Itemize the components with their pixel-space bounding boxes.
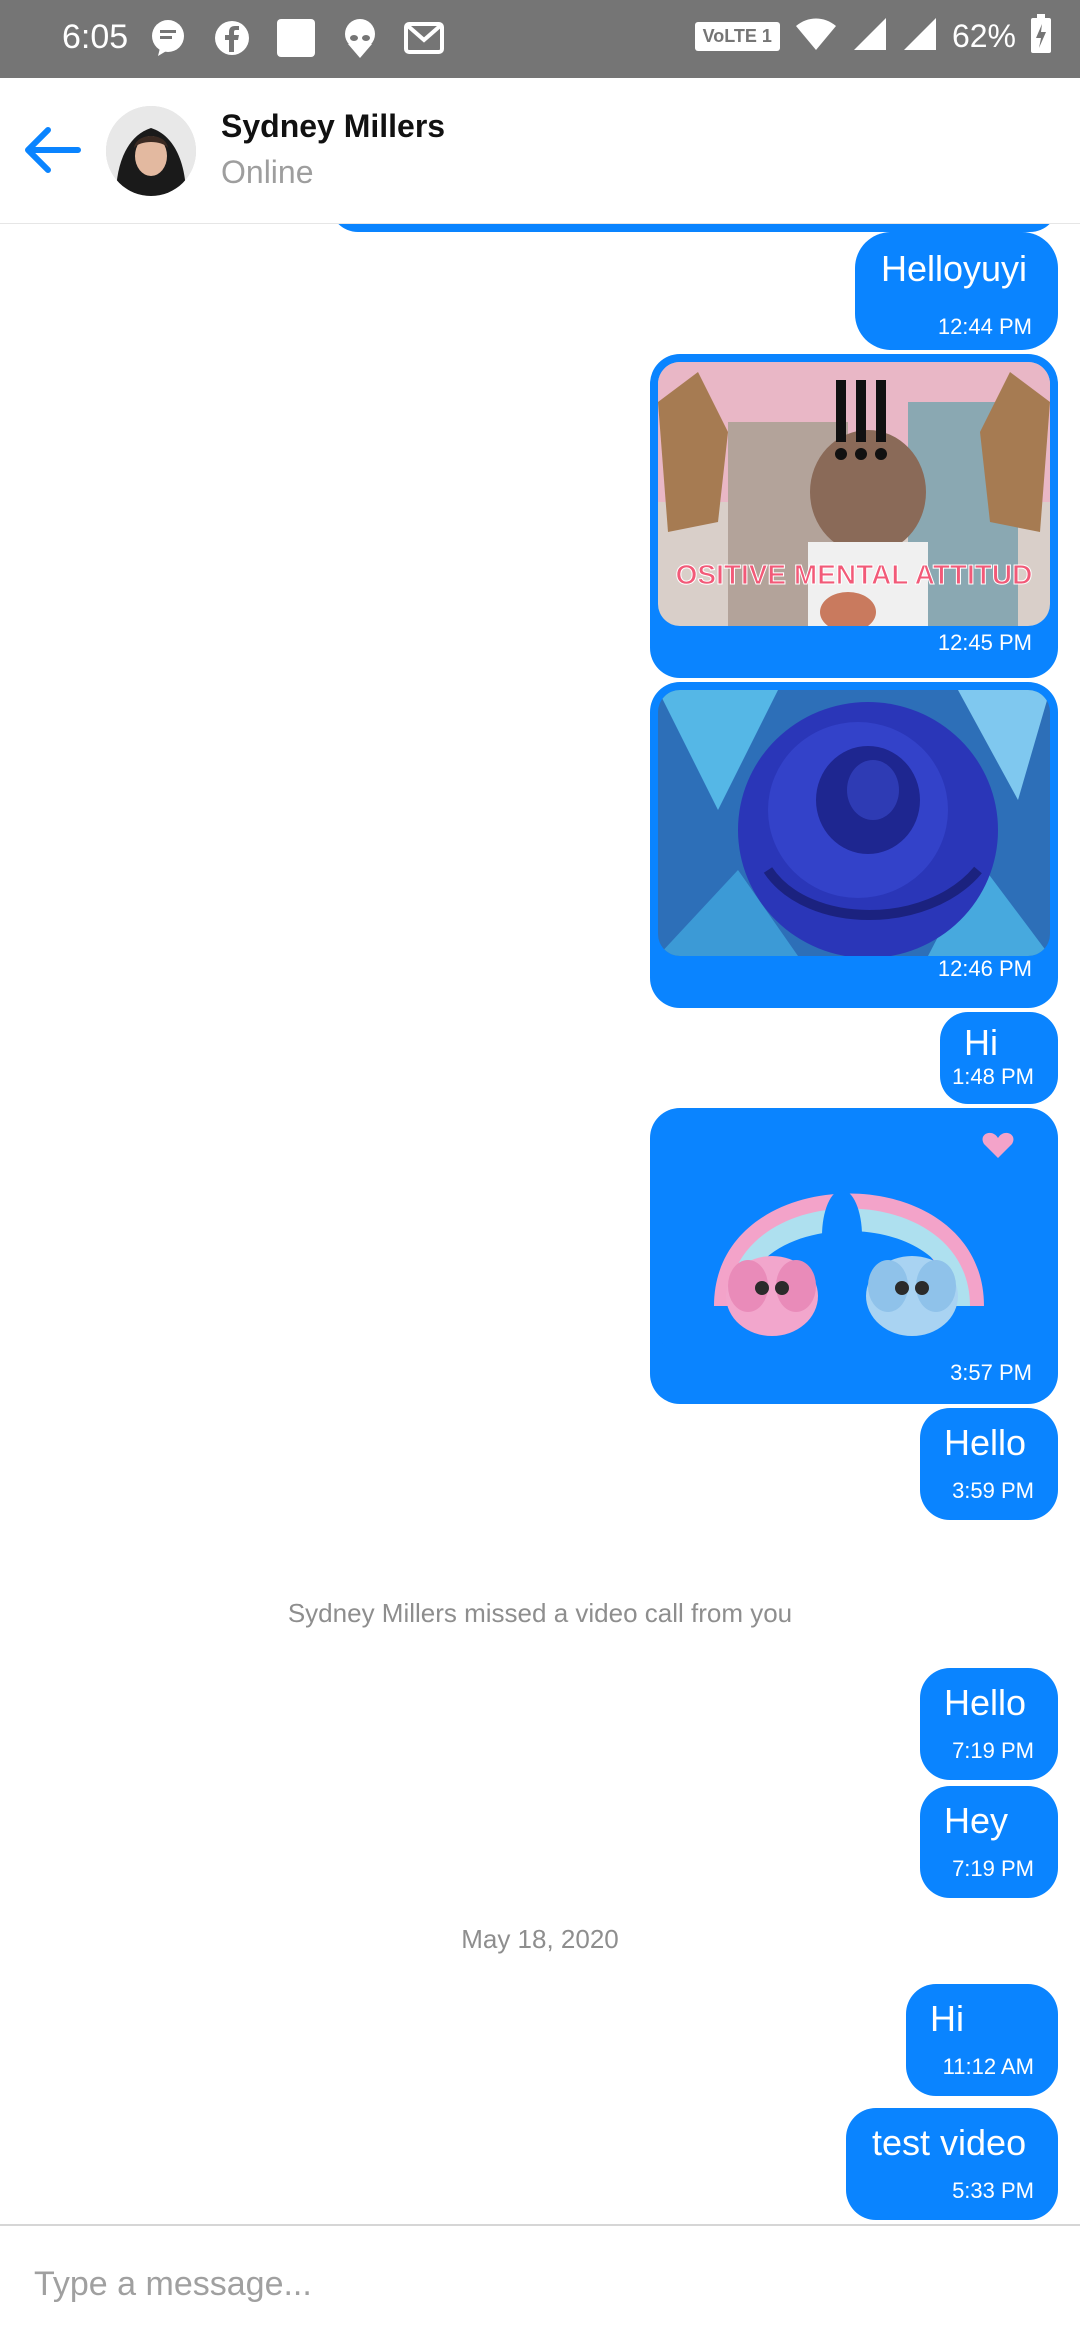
message-bubble[interactable]: test video 5:33 PM <box>846 2108 1058 2220</box>
message-time: 7:19 PM <box>952 1856 1034 1881</box>
message-text: Hey <box>944 1800 1009 1841</box>
alien-app-icon <box>338 16 382 60</box>
message-bubble[interactable]: Hi 11:12 AM <box>906 1984 1058 2096</box>
message-time: 11:12 AM <box>942 2054 1034 2079</box>
message-media-bubble[interactable]: 12:46 PM <box>650 682 1058 1008</box>
gif-image[interactable]: OSITIVE MENTAL ATTITUD <box>658 362 1050 626</box>
wifi-icon <box>794 16 838 57</box>
back-button[interactable] <box>20 118 84 182</box>
message-time: 12:44 PM <box>937 314 1032 339</box>
message-bubble[interactable]: Hey 7:19 PM <box>920 1786 1058 1898</box>
message-text: Hello <box>944 1682 1027 1723</box>
gif-overlay-text: OSITIVE MENTAL ATTITUD <box>676 559 1033 590</box>
missed-call-notice: Sydney Millers missed a video call from … <box>287 1598 793 1628</box>
message-input[interactable] <box>34 2256 1034 2312</box>
date-divider: May 18, 2020 <box>461 1924 619 1954</box>
message-time: 12:46 PM <box>937 956 1032 981</box>
message-bubble[interactable]: Hi 1:48 PM <box>940 1012 1058 1104</box>
system-indicators: VoLTE 1 62% <box>694 14 1052 59</box>
gmail-icon <box>402 16 446 60</box>
signal-icon <box>852 16 888 57</box>
message-bubble[interactable]: Hello 3:59 PM <box>920 1408 1058 1520</box>
message-media-bubble[interactable]: OSITIVE MENTAL ATTITUD 12:45 PM <box>650 354 1058 678</box>
message-text: Helloyuyi <box>881 248 1028 289</box>
message-text: test video <box>872 2122 1027 2163</box>
message-time: 7:19 PM <box>952 1738 1034 1763</box>
message-time: 3:59 PM <box>952 1478 1034 1503</box>
arrow-left-icon <box>25 127 81 173</box>
message-time: 3:57 PM <box>950 1360 1032 1385</box>
message-text: Hi <box>930 1998 964 2039</box>
status-bar: 6:05 VoLTE 1 62% <box>0 0 1080 78</box>
facebook-icon <box>210 16 254 60</box>
notification-icons <box>146 16 446 60</box>
volte-badge: VoLTE 1 <box>694 22 780 51</box>
message-time: 5:33 PM <box>952 2178 1034 2203</box>
contact-name[interactable]: Sydney Millers <box>221 108 445 145</box>
status-time: 6:05 <box>62 18 129 56</box>
battery-percent: 62% <box>951 18 1016 54</box>
message-media-bubble[interactable]: 3:57 PM <box>650 1108 1058 1404</box>
message-composer <box>0 2224 1080 2340</box>
avatar[interactable] <box>106 106 196 196</box>
message-bubble[interactable]: Hello 7:19 PM <box>920 1668 1058 1780</box>
contact-status: Online <box>221 154 314 190</box>
square-app-icon <box>274 16 318 60</box>
message-time: 1:48 PM <box>952 1064 1034 1089</box>
message-list[interactable]: Helloyuyi 12:44 PM OSITIVE MENTAL ATTITU… <box>0 224 1080 2224</box>
sticker-image[interactable] <box>658 1116 1050 1352</box>
chat-notification-icon <box>146 16 190 60</box>
message-text: Hello <box>944 1422 1027 1463</box>
signal-icon-2 <box>902 16 938 57</box>
message-bubble-partial[interactable] <box>330 224 1058 232</box>
chat-header: Sydney Millers Online <box>0 78 1080 224</box>
battery-icon <box>1030 14 1052 59</box>
message-time: 12:45 PM <box>937 630 1032 655</box>
message-bubble[interactable]: Helloyuyi 12:44 PM <box>855 232 1058 350</box>
gif-image[interactable] <box>658 690 1050 956</box>
message-text: Hi <box>964 1022 998 1063</box>
